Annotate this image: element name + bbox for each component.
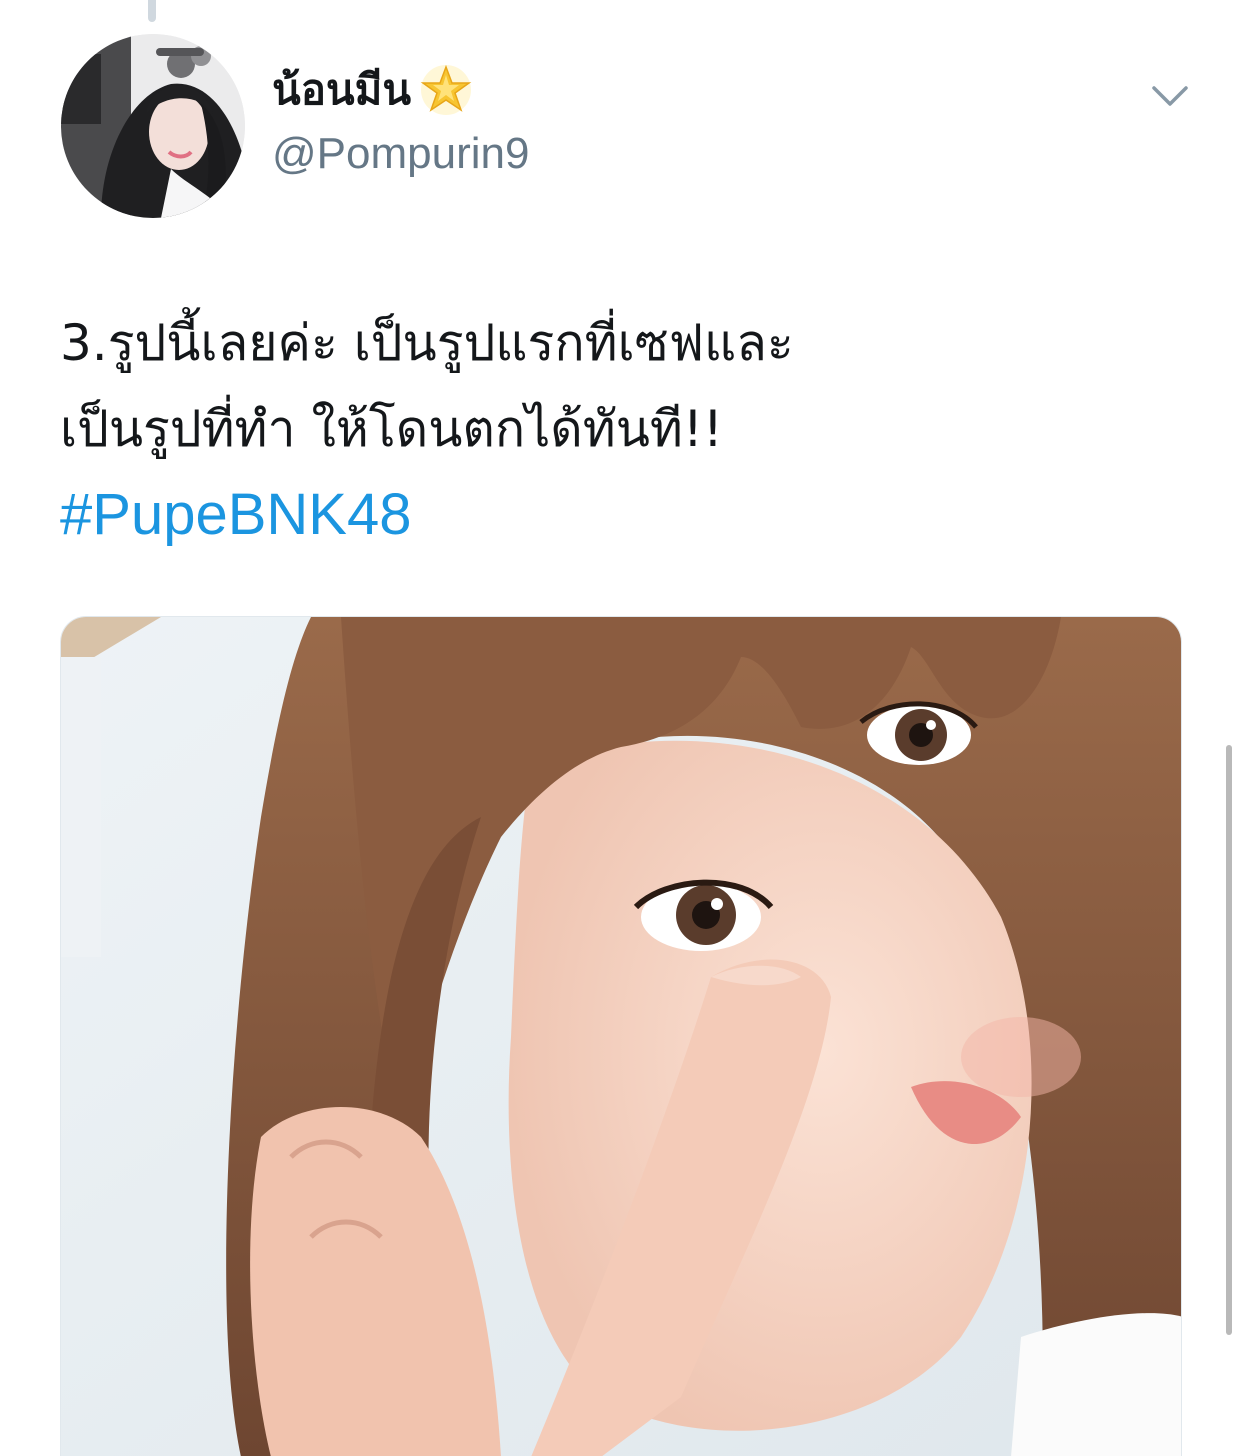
photo-content — [61, 617, 1181, 1456]
thread-connector-line — [148, 0, 156, 22]
star-icon — [417, 61, 475, 119]
avatar-photo — [61, 34, 245, 218]
chevron-down-icon[interactable] — [1148, 80, 1192, 112]
avatar[interactable] — [61, 34, 245, 218]
tweet-media-photo[interactable] — [60, 616, 1182, 1456]
hashtag-link[interactable]: #PupeBNK48 — [60, 472, 1180, 558]
scrollbar[interactable] — [1226, 745, 1232, 1335]
author-name-row[interactable]: น้อนมีน — [272, 60, 475, 120]
tweet-detail-screen: น้อนมีน @Pompurin9 3.รูปนี้เลยค่ะ เป็นรู… — [0, 0, 1242, 1456]
tweet-text-line-1: 3.รูปนี้เลยค่ะ เป็นรูปแรกที่เซฟและ — [60, 314, 794, 372]
author-display-name[interactable]: น้อนมีน — [272, 69, 411, 111]
tweet-text-line-2: เป็นรูปที่ทำ ให้โดนตกได้ทันที!! — [60, 400, 723, 458]
tweet-text: 3.รูปนี้เลยค่ะ เป็นรูปแรกที่เซฟและ เป็นร… — [60, 300, 1180, 558]
author-handle[interactable]: @Pompurin9 — [272, 132, 529, 176]
